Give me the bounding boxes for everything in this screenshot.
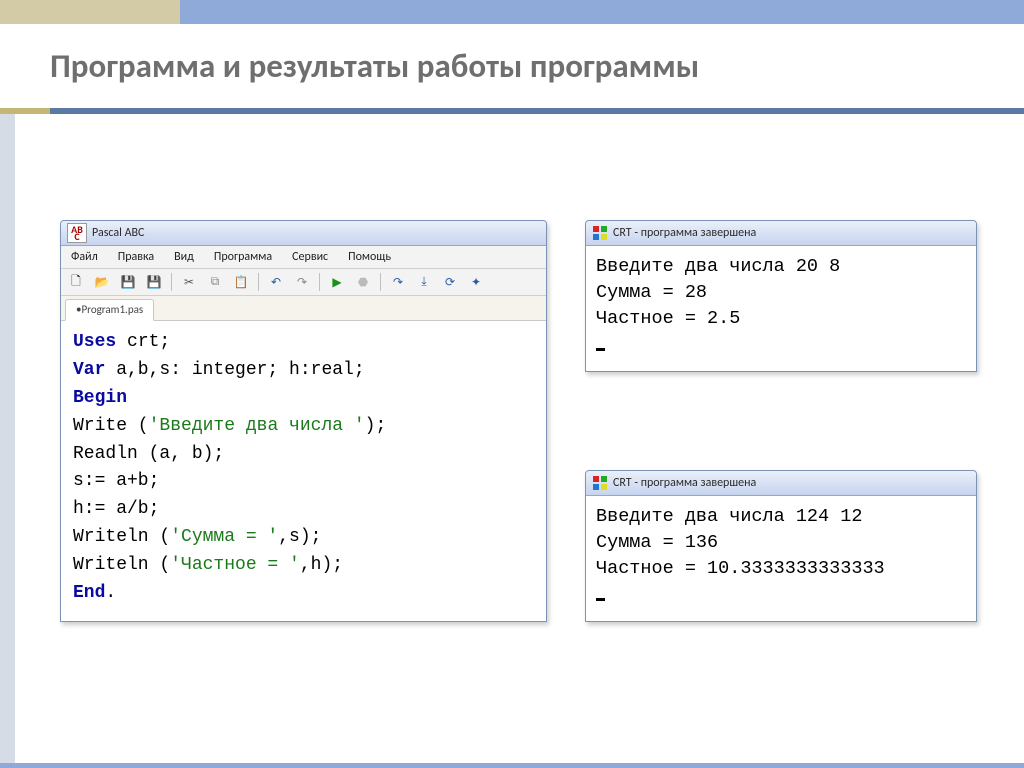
run-icon[interactable]: ▶ <box>326 271 348 293</box>
file-tab[interactable]: •Program1.pas <box>65 299 154 321</box>
crt-output-window-1: CRT - программа завершена Введите два чи… <box>585 220 977 372</box>
save-icon[interactable]: 💾 <box>117 271 139 293</box>
crt-icon <box>592 225 608 241</box>
pascal-abc-window: ABC Pascal ABC Файл Правка Вид Программа… <box>60 220 547 622</box>
titlebar[interactable]: ABC Pascal ABC <box>61 221 546 246</box>
cursor-icon <box>596 598 605 601</box>
title-underline <box>0 108 1024 114</box>
redo-icon[interactable]: ↷ <box>291 271 313 293</box>
open-file-icon[interactable]: 📂 <box>91 271 113 293</box>
console-output: Введите два числа 20 8 Сумма = 28 Частно… <box>586 246 976 366</box>
paste-icon[interactable]: 📋 <box>230 271 252 293</box>
toolbar: 🗋 📂 💾 💾 ✂ ⧉ 📋 ↶ ↷ ▶ ⬣ ↷ ⤓ ⟳ ✦ <box>61 269 546 296</box>
slide-title: Программа и результаты работы программы <box>50 46 699 86</box>
cursor-icon <box>596 348 605 351</box>
titlebar[interactable]: CRT - программа завершена <box>586 221 976 246</box>
menu-view[interactable]: Вид <box>164 250 204 264</box>
undo-icon[interactable]: ↶ <box>265 271 287 293</box>
window-title: CRT - программа завершена <box>613 476 756 490</box>
menubar: Файл Правка Вид Программа Сервис Помощь <box>61 246 546 269</box>
crt-icon <box>592 475 608 491</box>
console-output: Введите два числа 124 12 Сумма = 136 Час… <box>586 496 976 616</box>
bottom-strip <box>0 763 1024 768</box>
step-over-icon[interactable]: ↷ <box>387 271 409 293</box>
code-editor[interactable]: Uses crt; Var a,b,s: integer; h:real; Be… <box>61 321 546 616</box>
copy-icon[interactable]: ⧉ <box>204 271 226 293</box>
pascal-abc-icon: ABC <box>67 223 87 243</box>
side-band <box>0 114 15 768</box>
stop-icon[interactable]: ⬣ <box>352 271 374 293</box>
step-into-icon[interactable]: ⤓ <box>413 271 435 293</box>
menu-help[interactable]: Помощь <box>338 250 401 264</box>
new-file-icon[interactable]: 🗋 <box>65 271 87 293</box>
menu-file[interactable]: Файл <box>61 250 108 264</box>
window-title: Pascal ABC <box>92 226 144 240</box>
save-all-icon[interactable]: 💾 <box>143 271 165 293</box>
menu-edit[interactable]: Правка <box>108 250 164 264</box>
titlebar[interactable]: CRT - программа завершена <box>586 471 976 496</box>
cut-icon[interactable]: ✂ <box>178 271 200 293</box>
crt-output-window-2: CRT - программа завершена Введите два чи… <box>585 470 977 622</box>
tab-strip: •Program1.pas <box>61 296 546 321</box>
watch-icon[interactable]: ✦ <box>465 271 487 293</box>
presentation-top-bar <box>0 0 1024 24</box>
menu-service[interactable]: Сервис <box>282 250 338 264</box>
window-title: CRT - программа завершена <box>613 226 756 240</box>
breakpoint-icon[interactable]: ⟳ <box>439 271 461 293</box>
menu-program[interactable]: Программа <box>204 250 282 264</box>
